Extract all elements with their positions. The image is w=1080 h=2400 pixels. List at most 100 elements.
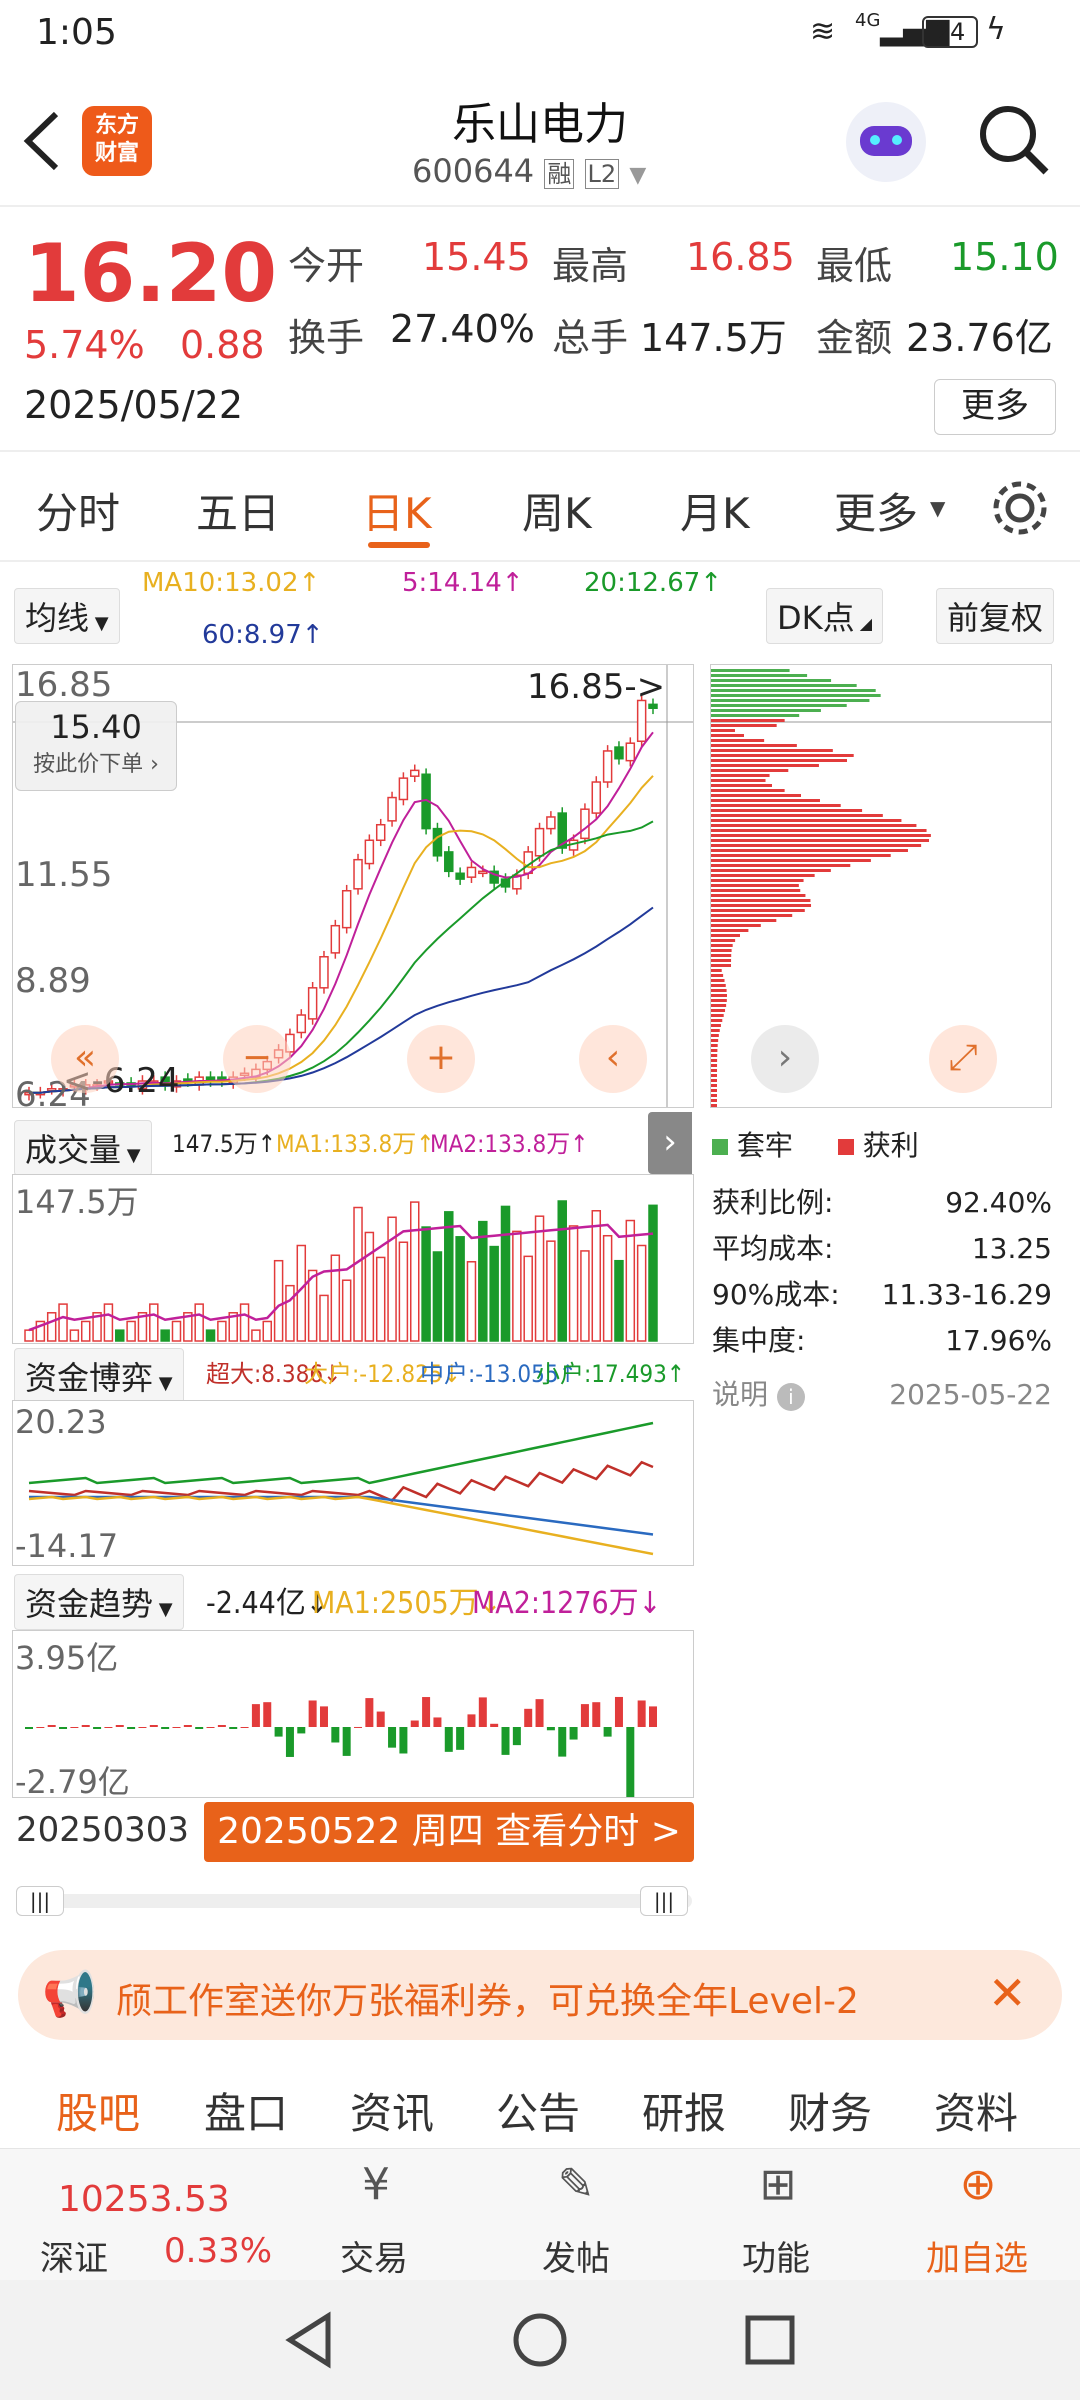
- adjust-button[interactable]: 前复权: [936, 588, 1055, 644]
- capital-trend-selector[interactable]: 资金趋势 ▼: [14, 1574, 184, 1630]
- tab-news[interactable]: 资讯: [350, 2080, 434, 2141]
- kline-panel[interactable]: 16.85 11.55 8.89 6.24 16.85-> <-6.24 15.…: [12, 664, 694, 1108]
- chip-bar: [711, 1089, 718, 1092]
- tab-more[interactable]: 更多: [834, 480, 918, 541]
- chip-note-row[interactable]: 说明 i 2025-05-22: [712, 1372, 1052, 1418]
- tab-research[interactable]: 研报: [642, 2080, 726, 2141]
- volume-bar: [149, 1303, 159, 1342]
- more-quote-button[interactable]: 更多: [934, 379, 1056, 435]
- chip-bar: [711, 1094, 718, 1097]
- nav-recents-icon[interactable]: [740, 2310, 800, 2370]
- search-icon[interactable]: [976, 102, 1052, 178]
- charging-icon: ϟ: [986, 12, 1006, 47]
- chip-bar: [711, 1084, 718, 1087]
- capital-trend-bar: [467, 1714, 476, 1727]
- settings-gear-icon[interactable]: [990, 478, 1050, 538]
- functions-grid-icon[interactable]: ⊞: [738, 2159, 818, 2210]
- capital-trend-bar: [399, 1727, 408, 1754]
- add-watch-label[interactable]: 加自选: [926, 2231, 1028, 2280]
- promo-banner[interactable]: 📢 颀工作室送你万张福利券，可兑换全年Level-2 ✕: [18, 1950, 1062, 2040]
- capital-game-selector[interactable]: 资金博弈 ▼: [14, 1348, 184, 1404]
- tab-guba[interactable]: 股吧: [56, 2080, 140, 2141]
- volume-selector-label: 成交量: [25, 1131, 122, 1169]
- assistant-robot-icon[interactable]: [846, 102, 926, 182]
- chip-bar: [711, 714, 800, 717]
- volume-bar: [421, 1226, 431, 1342]
- network-label: 4G: [855, 10, 881, 31]
- volume-label: 总手: [552, 316, 629, 360]
- scrollbar-left-handle[interactable]: |||: [16, 1886, 64, 1916]
- capital-game-panel[interactable]: 20.23 -14.17: [12, 1400, 694, 1566]
- chip-stat-row: 集中度: 17.96%: [712, 1324, 1052, 1357]
- functions-label[interactable]: 功能: [742, 2231, 810, 2280]
- chip-bar: [711, 979, 725, 982]
- chip-bar: [711, 884, 799, 887]
- low-value: 15.10: [950, 235, 1059, 279]
- scroll-right-icon[interactable]: ›: [751, 1025, 819, 1093]
- nav-back-icon[interactable]: [280, 2310, 340, 2370]
- tab-announcement[interactable]: 公告: [496, 2080, 580, 2141]
- close-icon[interactable]: ✕: [988, 1966, 1027, 2020]
- chip-bar: [711, 1054, 718, 1057]
- quote-date: 2025/05/22: [24, 383, 244, 427]
- ma-selector[interactable]: 均线 ▼: [14, 588, 120, 644]
- nav-home-icon[interactable]: [510, 2310, 570, 2370]
- edit-post-icon[interactable]: ✎: [536, 2159, 616, 2210]
- capital-trend-bar: [229, 1727, 238, 1729]
- index-value[interactable]: 10253.53: [58, 2179, 230, 2220]
- fullscreen-icon[interactable]: ⤢: [929, 1025, 997, 1093]
- capital-trend-bar: [297, 1727, 306, 1734]
- order-at-price-button[interactable]: 15.40 按此价下单 ›: [15, 701, 177, 791]
- dk-point-button[interactable]: DK点 ◢: [766, 588, 884, 644]
- chip-bar: [711, 744, 797, 747]
- post-label[interactable]: 发帖: [542, 2231, 610, 2280]
- candle-body: [444, 851, 454, 873]
- chip-bar: [711, 694, 881, 697]
- info-tabs: 股吧 盘口 资讯 公告 研报 财务 资料: [0, 2058, 1080, 2148]
- tab-profile[interactable]: 资料: [934, 2080, 1018, 2141]
- stock-code-row[interactable]: 600644 融 L2 ▼: [412, 152, 646, 190]
- chip-bar: [711, 989, 727, 992]
- chip-stat-row: 90%成本: 11.33-16.29: [712, 1278, 1052, 1311]
- chip-distribution-panel[interactable]: › ⤢: [710, 664, 1052, 1108]
- tab-weekly-k[interactable]: 周K: [522, 480, 592, 541]
- tab-daily-k[interactable]: 日K: [362, 480, 432, 541]
- capital-trend-bar: [93, 1727, 102, 1729]
- scroll-left-fast-icon[interactable]: «: [51, 1025, 119, 1093]
- timeline-scrollbar[interactable]: [16, 1894, 692, 1908]
- capital-trend-bar: [308, 1700, 317, 1727]
- zoom-in-icon[interactable]: +: [407, 1025, 475, 1093]
- chip-bar: [711, 889, 801, 892]
- chip-bar: [711, 1004, 727, 1007]
- capital-trend-bar: [365, 1698, 374, 1727]
- chip-bar: [711, 1049, 718, 1052]
- trade-label[interactable]: 交易: [340, 2231, 408, 2280]
- volume-selector[interactable]: 成交量 ▼: [14, 1120, 152, 1176]
- tab-monthly-k[interactable]: 月K: [680, 480, 750, 541]
- tab-pankou[interactable]: 盘口: [204, 2080, 288, 2141]
- zoom-out-icon[interactable]: −: [223, 1025, 291, 1093]
- chip-bar: [711, 1029, 720, 1032]
- tab-finance[interactable]: 财务: [788, 2080, 872, 2141]
- capital-trend-bar: [240, 1727, 249, 1728]
- expand-side-panel-icon[interactable]: ›: [648, 1112, 692, 1174]
- add-circle-icon[interactable]: ⊕: [938, 2159, 1018, 2210]
- trade-icon[interactable]: ¥: [336, 2159, 416, 2210]
- scroll-left-icon[interactable]: ‹: [579, 1025, 647, 1093]
- capital-trend-panel[interactable]: 3.95亿 -2.79亿: [12, 1630, 694, 1798]
- ma60-value: 60:8.97↑: [202, 620, 324, 650]
- volume-panel[interactable]: 147.5万: [12, 1174, 694, 1344]
- chip-bar: [711, 1024, 721, 1027]
- ma10-value: MA10:13.02↑: [142, 568, 321, 598]
- view-intraday-button[interactable]: 20250522 周四 查看分时 >: [204, 1802, 694, 1862]
- chip-bar: [711, 1104, 717, 1107]
- capital-trend-bar: [161, 1727, 170, 1729]
- stock-header: 东方 财富 乐山电力 600644 融 L2 ▼: [0, 72, 1080, 207]
- tab-intraday[interactable]: 分时: [36, 480, 120, 541]
- tab-five-day[interactable]: 五日: [196, 480, 280, 541]
- chip-bar: [711, 929, 749, 932]
- candle-body: [625, 742, 636, 762]
- chip-bar: [711, 809, 863, 812]
- turnover-label: 换手: [288, 316, 365, 360]
- scrollbar-right-handle[interactable]: |||: [640, 1886, 688, 1916]
